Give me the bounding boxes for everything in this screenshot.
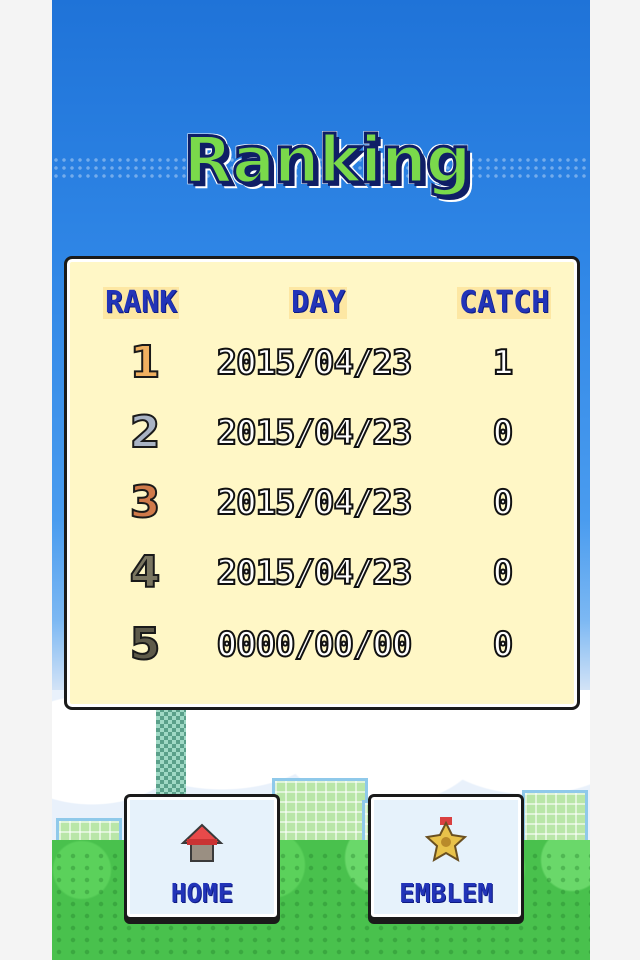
rank-number: 2 — [129, 406, 162, 459]
ranking-row: 2 2015/04/23 0 — [67, 406, 577, 459]
catch-count: 0 — [492, 412, 514, 454]
medal-icon — [424, 817, 468, 863]
catch-count: 0 — [492, 552, 514, 594]
title-banner: Ranking — [182, 118, 473, 204]
ranking-date: 2015/04/23 — [216, 342, 414, 384]
rank-number: 3 — [129, 476, 162, 529]
ranking-date: 2015/04/23 — [216, 482, 414, 524]
ranking-panel: RANK DAY CATCH 1 2015/04/23 1 2 2015/04/… — [64, 256, 580, 710]
ranking-row: 3 2015/04/23 0 — [67, 476, 577, 529]
ranking-row: 1 2015/04/23 1 — [67, 336, 577, 389]
ranking-date: 2015/04/23 — [216, 552, 414, 594]
emblem-button[interactable]: EMBLEM — [368, 794, 524, 920]
page-title: Ranking — [182, 123, 473, 200]
rank-number: 4 — [129, 546, 162, 599]
catch-column-header: CATCH — [457, 285, 552, 320]
house-icon — [180, 823, 224, 862]
ranking-row: 5 0000/00/00 0 — [67, 618, 577, 671]
ranking-date: 0000/00/00 — [216, 624, 414, 666]
day-column-header: DAY — [289, 285, 348, 320]
rank-column-header: RANK — [103, 285, 180, 320]
game-screen: Ranking RANK DAY CATCH 1 2015/04/23 1 2 … — [52, 0, 590, 960]
home-button-label: HOME — [170, 879, 234, 909]
home-button[interactable]: HOME — [124, 794, 280, 920]
catch-count: 0 — [492, 624, 514, 666]
rank-number: 5 — [129, 618, 162, 671]
emblem-button-label: EMBLEM — [399, 879, 493, 909]
catch-count: 1 — [492, 342, 514, 384]
ranking-date: 2015/04/23 — [216, 412, 414, 454]
catch-count: 0 — [492, 482, 514, 524]
rank-number: 1 — [129, 336, 162, 389]
ranking-row: 4 2015/04/23 0 — [67, 546, 577, 599]
